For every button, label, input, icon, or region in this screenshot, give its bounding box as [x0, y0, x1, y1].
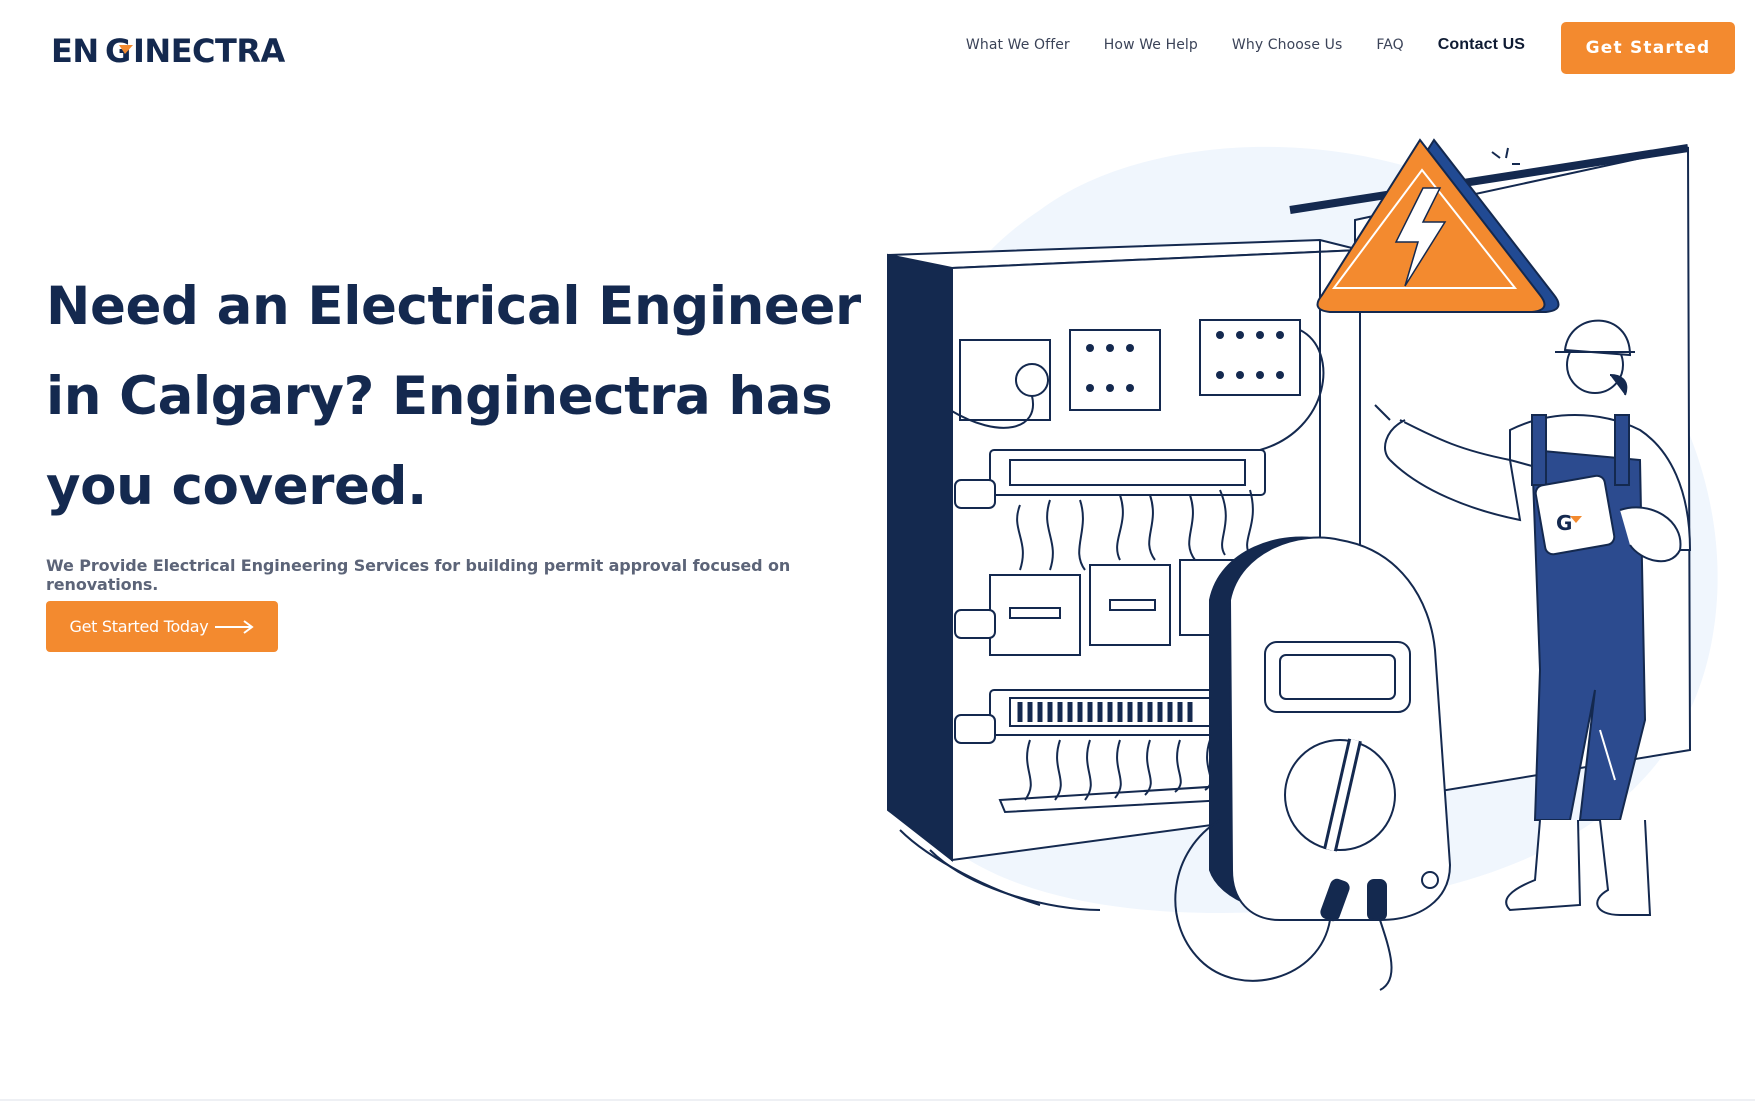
- nav-how-we-help[interactable]: How We Help: [1104, 37, 1198, 53]
- svg-text:EN: EN: [51, 32, 99, 68]
- nav-why-choose-us[interactable]: Why Choose Us: [1232, 37, 1342, 53]
- svg-text:INECTRA: INECTRA: [133, 32, 286, 68]
- site-header: EN G INECTRA What We Offer How We Help W…: [0, 0, 1755, 100]
- hero-title: Need an Electrical Engineer in Calgary? …: [46, 276, 861, 517]
- get-started-button[interactable]: Get Started: [1561, 22, 1735, 74]
- nav-contact-us[interactable]: Contact US: [1438, 36, 1525, 54]
- enginectra-logo-icon: EN G INECTRA: [51, 32, 286, 68]
- hero-subtitle: We Provide Electrical Engineering Servic…: [46, 556, 791, 594]
- hero-illustration: G: [886, 138, 1718, 991]
- page-divider: [0, 1099, 1755, 1101]
- landing-page: EN G INECTRA What We Offer How We Help W…: [0, 0, 1755, 1102]
- logo[interactable]: EN G INECTRA: [51, 30, 303, 70]
- main-nav: What We Offer How We Help Why Choose Us …: [966, 36, 1525, 54]
- svg-text:G: G: [1556, 511, 1572, 535]
- arrow-right-icon: [215, 619, 255, 634]
- get-started-today-button[interactable]: Get Started Today: [46, 601, 278, 652]
- nav-what-we-offer[interactable]: What We Offer: [966, 37, 1070, 53]
- nav-faq[interactable]: FAQ: [1376, 37, 1403, 53]
- get-started-today-label: Get Started Today: [69, 617, 209, 636]
